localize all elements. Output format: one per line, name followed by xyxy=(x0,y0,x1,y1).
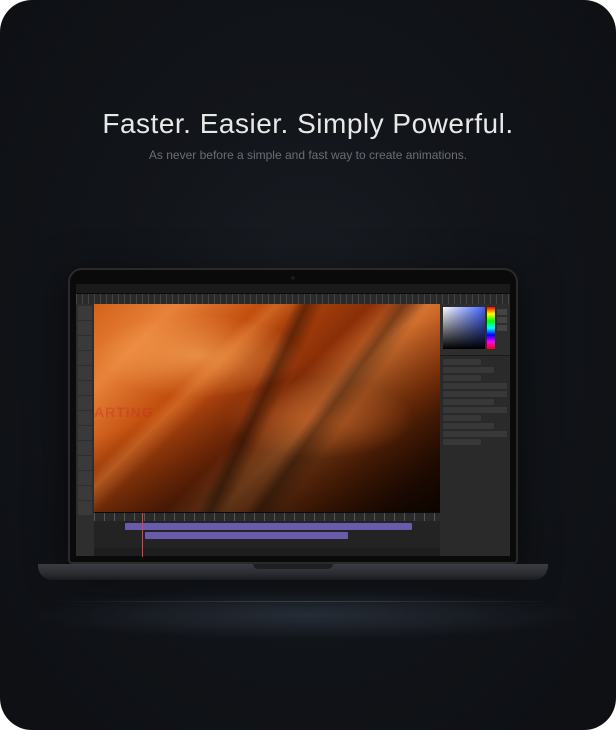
playhead[interactable] xyxy=(142,513,143,557)
floor-glow xyxy=(28,590,588,640)
crop-tool-icon[interactable] xyxy=(78,351,92,365)
move-tool-icon[interactable] xyxy=(78,306,92,320)
color-panel xyxy=(440,304,510,356)
layer-row[interactable] xyxy=(443,407,507,413)
marquee-tool-icon[interactable] xyxy=(78,321,92,335)
property-row[interactable] xyxy=(443,383,507,389)
eyedropper-tool-icon[interactable] xyxy=(78,366,92,380)
timeline-clip[interactable] xyxy=(145,532,348,539)
ruler-top xyxy=(76,294,510,304)
property-row[interactable] xyxy=(443,359,481,365)
laptop-screen: ARTING xyxy=(68,268,518,564)
tool-sidebar xyxy=(76,304,94,556)
webcam-dot xyxy=(291,276,295,280)
swatch[interactable] xyxy=(497,317,507,323)
property-row[interactable] xyxy=(443,367,494,373)
properties-panel xyxy=(440,356,510,556)
layer-row[interactable] xyxy=(443,415,481,421)
layer-row[interactable] xyxy=(443,423,494,429)
floor-line xyxy=(0,601,616,602)
laptop-notch xyxy=(253,564,333,569)
zoom-tool-icon[interactable] xyxy=(78,501,92,515)
clone-tool-icon[interactable] xyxy=(78,396,92,410)
property-row[interactable] xyxy=(443,375,481,381)
pen-tool-icon[interactable] xyxy=(78,456,92,470)
shape-tool-icon[interactable] xyxy=(78,471,92,485)
text-tool-icon[interactable] xyxy=(78,441,92,455)
editor-app: ARTING xyxy=(76,284,510,556)
canvas-area[interactable]: ARTING xyxy=(94,304,440,512)
timeline-clip[interactable] xyxy=(125,523,412,530)
brush-tool-icon[interactable] xyxy=(78,381,92,395)
canvas-watermark: ARTING xyxy=(94,404,154,420)
timeline-tracks xyxy=(94,521,440,548)
gradient-tool-icon[interactable] xyxy=(78,426,92,440)
layer-row[interactable] xyxy=(443,391,507,397)
swatch-column xyxy=(497,307,507,352)
swatch[interactable] xyxy=(497,309,507,315)
timeline-footer xyxy=(94,548,440,556)
layer-row[interactable] xyxy=(443,439,481,445)
timeline-panel xyxy=(94,512,440,556)
laptop-base xyxy=(38,564,548,580)
right-panels xyxy=(440,304,510,556)
promo-card: Faster. Easier. Simply Powerful. As neve… xyxy=(0,0,616,730)
layer-row[interactable] xyxy=(443,431,507,437)
laptop-mockup: ARTING xyxy=(68,268,548,580)
hue-slider[interactable] xyxy=(487,307,495,349)
eraser-tool-icon[interactable] xyxy=(78,411,92,425)
layer-row[interactable] xyxy=(443,399,494,405)
headline: Faster. Easier. Simply Powerful. xyxy=(0,108,616,140)
hand-tool-icon[interactable] xyxy=(78,486,92,500)
subheadline: As never before a simple and fast way to… xyxy=(0,148,616,162)
lasso-tool-icon[interactable] xyxy=(78,336,92,350)
color-field[interactable] xyxy=(443,307,485,349)
swatch[interactable] xyxy=(497,325,507,331)
menu-bar[interactable] xyxy=(76,284,510,294)
timeline-ruler[interactable] xyxy=(94,513,440,521)
